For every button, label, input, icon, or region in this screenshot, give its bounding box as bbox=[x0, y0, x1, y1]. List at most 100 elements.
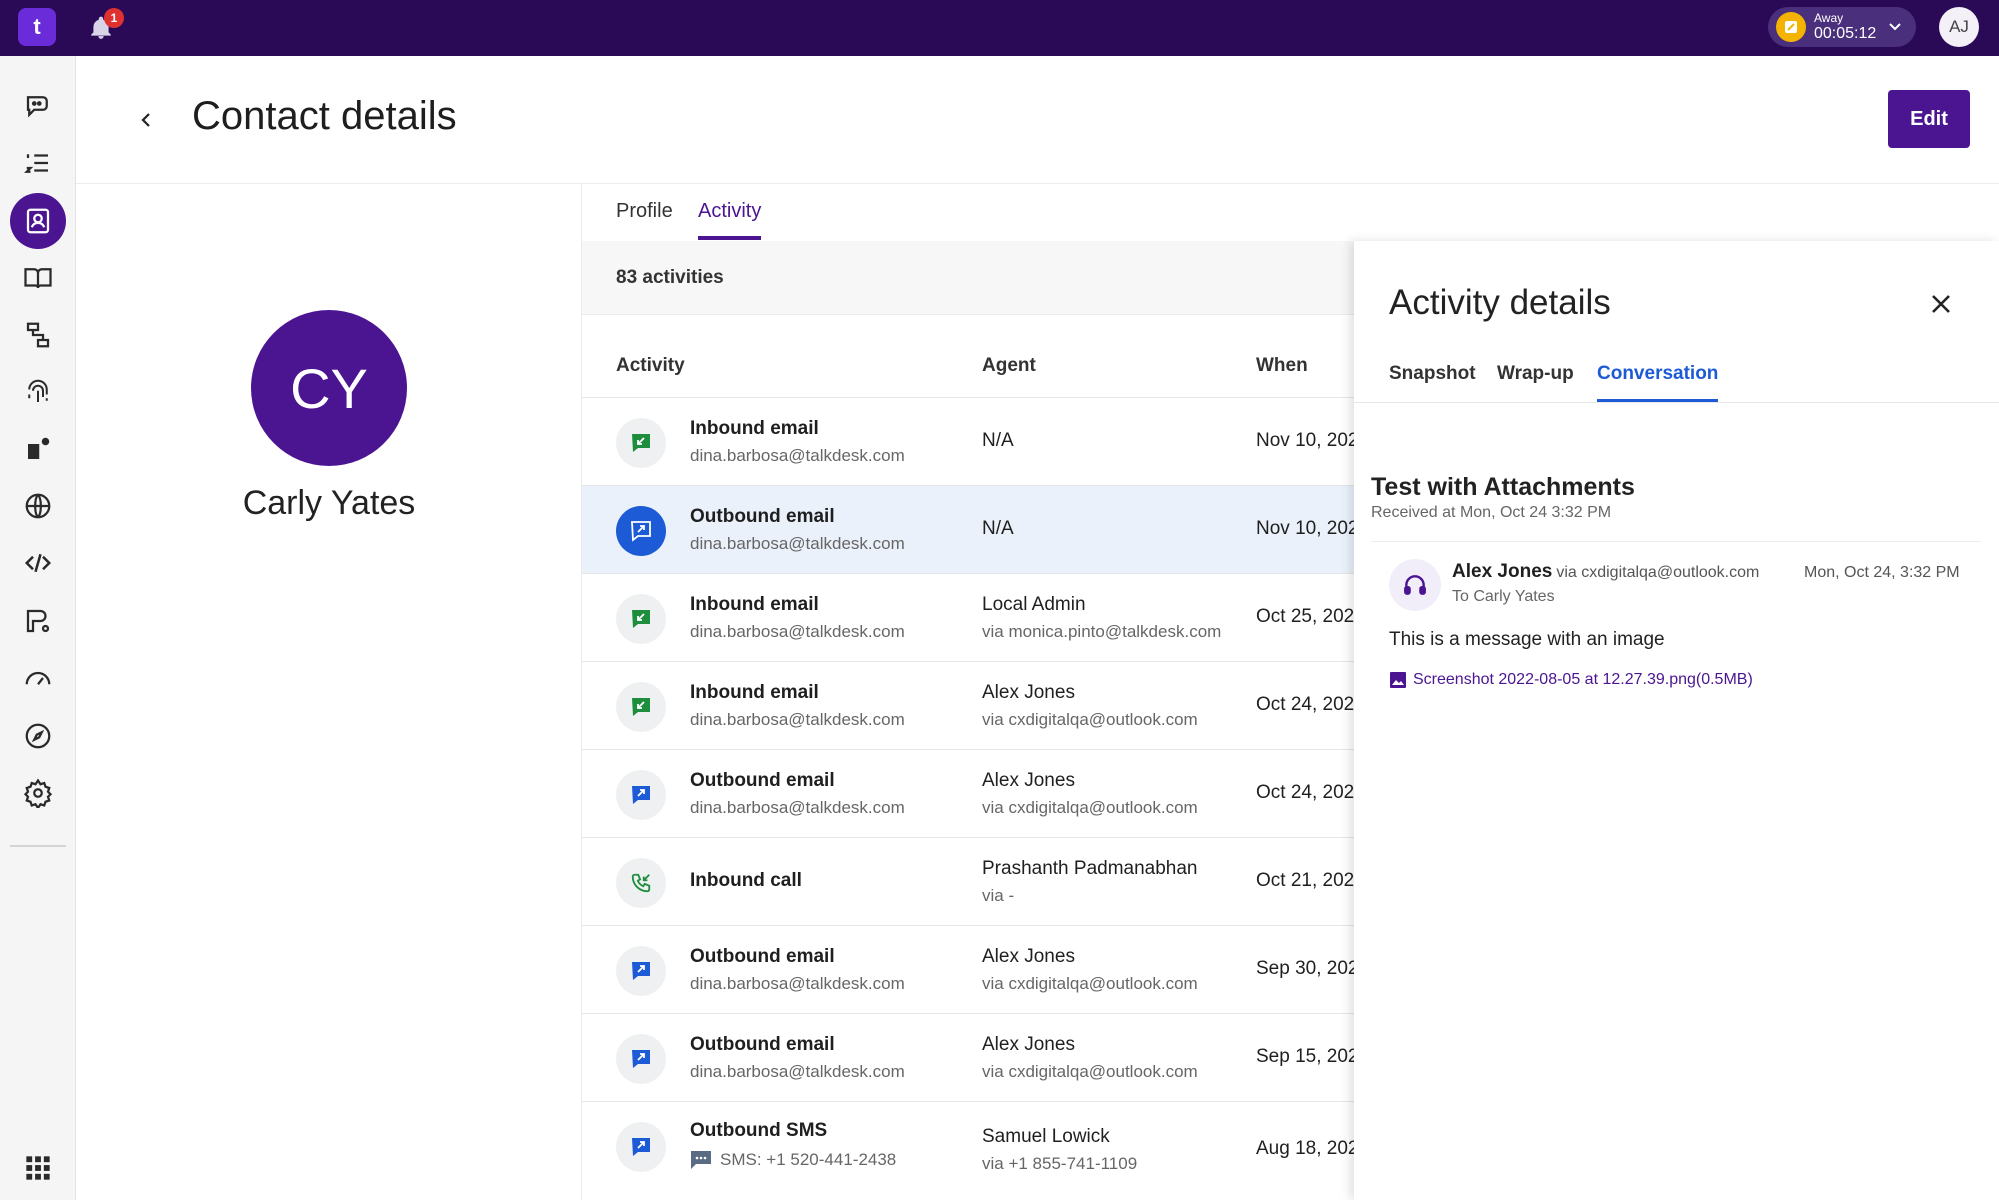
activity-title: Outbound email bbox=[690, 506, 835, 527]
status-timer: 00:05:12 bbox=[1814, 25, 1877, 42]
top-bar: t 1 Away 00:05:12 AJ bbox=[0, 0, 1999, 56]
table-row-selected[interactable]: Outbound email dina.barbosa@talkdesk.com… bbox=[582, 485, 1354, 573]
rail-item-analytics[interactable] bbox=[10, 593, 66, 649]
activity-when: Nov 10, 2022 bbox=[1256, 430, 1354, 451]
attachment-filename: Screenshot 2022-08-05 at 12.27.39.png(0.… bbox=[1413, 671, 1753, 688]
sender-via: via cxdigitalqa@outlook.com bbox=[1556, 564, 1760, 581]
table-row[interactable]: Outbound email dina.barbosa@talkdesk.com… bbox=[582, 1013, 1354, 1101]
outbound-email-icon bbox=[616, 946, 666, 996]
column-header-agent[interactable]: Agent bbox=[982, 355, 1036, 377]
close-icon bbox=[1932, 295, 1950, 313]
activity-title: Outbound SMS bbox=[690, 1120, 828, 1141]
activity-title: Inbound email bbox=[690, 682, 819, 703]
table-row[interactable]: Inbound email dina.barbosa@talkdesk.com … bbox=[582, 661, 1354, 749]
table-row[interactable]: Outbound SMS SMS: +1 520-441-2438 Samuel… bbox=[582, 1101, 1354, 1189]
app-logo[interactable]: t bbox=[18, 8, 56, 46]
rail-item-conversations[interactable] bbox=[10, 78, 66, 134]
rail-item-dashboards[interactable] bbox=[10, 650, 66, 706]
activity-subtitle: dina.barbosa@talkdesk.com bbox=[690, 1062, 905, 1081]
rail-item-developer[interactable] bbox=[10, 535, 66, 591]
agent-via: via - bbox=[982, 886, 1015, 905]
message-sender: Alex Jones via cxdigitalqa@outlook.com bbox=[1452, 561, 1759, 583]
tab-profile[interactable]: Profile bbox=[616, 200, 673, 240]
agent-name: Samuel Lowick bbox=[982, 1126, 1110, 1147]
agent-via: via monica.pinto@talkdesk.com bbox=[982, 622, 1222, 641]
contacts-icon bbox=[26, 208, 50, 234]
activity-title: Outbound email bbox=[690, 1034, 835, 1055]
table-row[interactable]: Outbound email dina.barbosa@talkdesk.com… bbox=[582, 749, 1354, 837]
message-body: This is a message with an image bbox=[1389, 629, 1665, 650]
sender-name: Alex Jones bbox=[1452, 561, 1553, 582]
table-row[interactable]: Outbound email dina.barbosa@talkdesk.com… bbox=[582, 925, 1354, 1013]
logo-text: t bbox=[33, 14, 41, 39]
page-header: Contact details Edit bbox=[76, 56, 1999, 184]
agent-name: N/A bbox=[982, 430, 1014, 451]
headset-icon bbox=[1404, 575, 1426, 595]
rail-item-workflows[interactable] bbox=[10, 307, 66, 363]
rail-item-ai[interactable] bbox=[10, 421, 66, 477]
table-row[interactable]: Inbound email dina.barbosa@talkdesk.com … bbox=[582, 573, 1354, 661]
tab-wrapup[interactable]: Wrap-up bbox=[1497, 363, 1574, 403]
user-avatar[interactable]: AJ bbox=[1939, 7, 1979, 47]
agent-via: via cxdigitalqa@outlook.com bbox=[982, 974, 1198, 993]
app-launcher-icon[interactable] bbox=[24, 1154, 52, 1182]
globe-icon bbox=[25, 493, 51, 519]
attachment-link[interactable]: Screenshot 2022-08-05 at 12.27.39.png(0.… bbox=[1389, 671, 1753, 689]
inbound-email-icon bbox=[616, 594, 666, 644]
workflow-icon bbox=[26, 322, 50, 348]
activity-when: Aug 18, 2022 bbox=[1256, 1138, 1354, 1159]
conversation-received: Received at Mon, Oct 24 3:32 PM bbox=[1371, 504, 1612, 521]
close-button[interactable] bbox=[1924, 287, 1958, 321]
agent-status-selector[interactable]: Away 00:05:12 bbox=[1768, 7, 1916, 47]
image-file-icon bbox=[1390, 672, 1406, 688]
rail-item-identity[interactable] bbox=[10, 364, 66, 420]
column-header-when[interactable]: When bbox=[1256, 355, 1308, 377]
activity-when: Nov 10, 2022 bbox=[1256, 518, 1354, 539]
activity-when: Sep 30, 2022 bbox=[1256, 958, 1354, 979]
tab-activity[interactable]: Activity bbox=[698, 200, 762, 240]
rail-item-lists[interactable] bbox=[10, 135, 66, 191]
rail-item-global[interactable] bbox=[10, 478, 66, 534]
activity-subtitle: dina.barbosa@talkdesk.com bbox=[690, 534, 905, 553]
page-title: Contact details bbox=[192, 94, 457, 138]
conversation-subject: Test with Attachments bbox=[1371, 473, 1635, 501]
activity-when: Oct 24, 2022 bbox=[1256, 694, 1354, 715]
column-header-activity[interactable]: Activity bbox=[616, 355, 685, 377]
conversations-icon bbox=[26, 96, 48, 118]
activity-subtitle: dina.barbosa@talkdesk.com bbox=[690, 446, 905, 465]
rail-item-knowledge[interactable] bbox=[10, 250, 66, 306]
rail-item-contacts[interactable] bbox=[10, 193, 66, 249]
activity-subtitle: dina.barbosa@talkdesk.com bbox=[690, 622, 905, 641]
rail-item-explore[interactable] bbox=[10, 708, 66, 764]
fingerprint-icon bbox=[28, 379, 48, 402]
activity-summary-bar: 83 activities bbox=[582, 241, 1354, 315]
rail-item-settings[interactable] bbox=[10, 765, 66, 821]
back-button[interactable] bbox=[130, 104, 162, 136]
code-icon bbox=[24, 553, 52, 573]
sms-bubble-icon bbox=[691, 1151, 711, 1169]
agent-name: N/A bbox=[982, 518, 1014, 539]
table-row[interactable]: Inbound call Prashanth Padmanabhan via -… bbox=[582, 837, 1354, 925]
knowledge-book-icon bbox=[24, 268, 52, 289]
rail-divider bbox=[10, 845, 66, 847]
panel-title: Activity details bbox=[1389, 283, 1611, 322]
tab-snapshot[interactable]: Snapshot bbox=[1389, 363, 1476, 403]
ai-settings-icon bbox=[28, 437, 50, 459]
table-row[interactable]: Inbound email dina.barbosa@talkdesk.com … bbox=[582, 397, 1354, 485]
left-navigation-rail bbox=[0, 56, 76, 1200]
activity-subtitle: dina.barbosa@talkdesk.com bbox=[690, 710, 905, 729]
tab-conversation[interactable]: Conversation bbox=[1597, 363, 1719, 403]
agent-via: via +1 855-741-1109 bbox=[982, 1154, 1138, 1173]
contact-avatar: CY bbox=[251, 310, 407, 466]
compass-icon bbox=[25, 723, 51, 749]
agent-via: via cxdigitalqa@outlook.com bbox=[982, 798, 1198, 817]
chevron-down-icon bbox=[1889, 23, 1901, 31]
activity-title: Inbound call bbox=[690, 870, 802, 891]
activity-subtitle: dina.barbosa@talkdesk.com bbox=[690, 974, 905, 993]
activity-title: Outbound email bbox=[690, 770, 835, 791]
activity-when: Oct 24, 2022 bbox=[1256, 782, 1354, 803]
activity-when: Oct 25, 2022 bbox=[1256, 606, 1354, 627]
activity-title: Inbound email bbox=[690, 418, 819, 439]
edit-button[interactable]: Edit bbox=[1888, 90, 1970, 148]
activity-table: Activity Agent When Inbound email dina.b… bbox=[582, 315, 1354, 1200]
